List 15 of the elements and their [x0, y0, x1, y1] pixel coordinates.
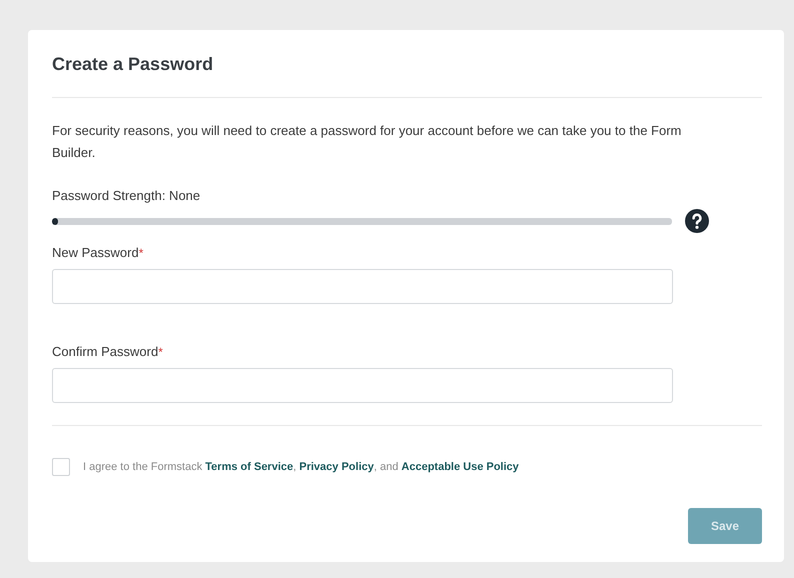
- strength-label: Password Strength: None: [52, 188, 202, 203]
- required-mark: *: [158, 345, 163, 359]
- field-label: New Password: [52, 245, 139, 260]
- agreement-text: I agree to the Formstack Terms of Service, Privacy Policy, and Acceptable Use Policy: [83, 461, 519, 473]
- password-field[interactable]: [52, 269, 673, 304]
- password-field[interactable]: [52, 368, 673, 403]
- policy-link[interactable]: Acceptable Use Policy: [401, 461, 519, 473]
- field-label: Confirm Password: [52, 344, 158, 359]
- intro-text: For security reasons, you will need to create a password for your account before we can take you to the Form Builder.: [52, 122, 682, 162]
- form-title: Create a Password: [52, 53, 214, 76]
- agreement-checkbox[interactable]: [52, 458, 70, 476]
- help-icon[interactable]: [685, 209, 709, 233]
- policy-link[interactable]: Terms of Service: [205, 461, 294, 473]
- required-mark: *: [138, 246, 144, 260]
- policy-link[interactable]: Privacy Policy: [299, 461, 374, 473]
